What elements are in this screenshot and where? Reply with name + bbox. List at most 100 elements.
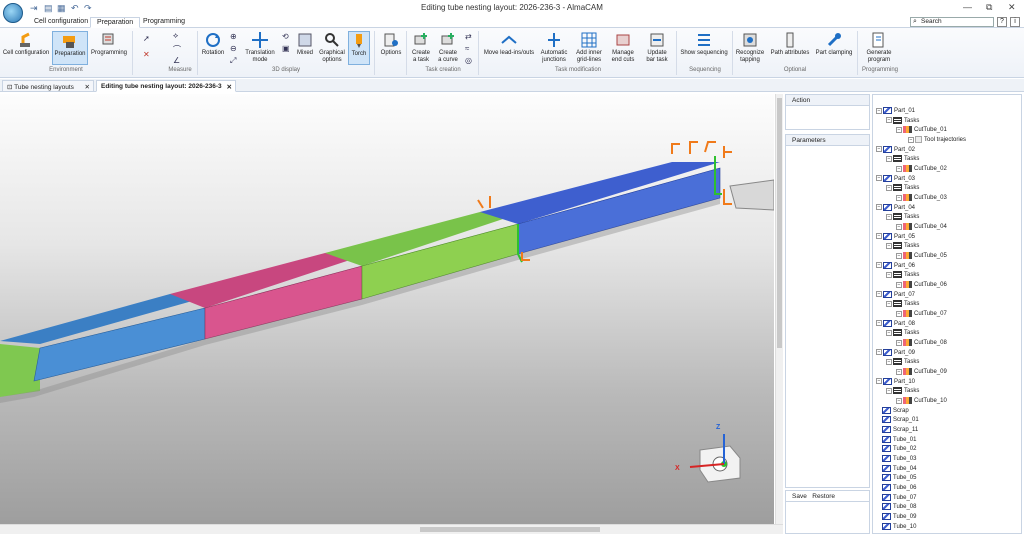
collapse-toggle-icon[interactable]: − <box>896 194 902 201</box>
tree-item-cut-tube[interactable]: − CutTube_02 <box>896 165 947 174</box>
cell-configuration-button[interactable]: Cell configuration <box>2 31 50 57</box>
collapse-toggle-icon[interactable]: − <box>896 368 902 375</box>
collapse-toggle-icon[interactable]: − <box>886 300 892 307</box>
collapse-toggle-icon[interactable]: − <box>896 281 902 288</box>
collapse-toggle-icon[interactable]: − <box>876 291 882 298</box>
translation-mode-button[interactable]: Translation mode <box>244 31 276 64</box>
search-input[interactable]: ⌕ Search <box>910 17 994 27</box>
tree-item-part[interactable]: − Part_02 <box>876 145 915 155</box>
tree-item-tasks[interactable]: − Tasks <box>886 155 919 164</box>
tree-item-tasks[interactable]: − Tasks <box>886 329 919 338</box>
tree-item-tasks[interactable]: − Tasks <box>886 116 919 126</box>
tree-item-part[interactable]: Tube_06 <box>882 484 916 493</box>
scrollbar-thumb[interactable] <box>777 98 782 348</box>
tab-preparation[interactable]: Preparation <box>90 17 141 28</box>
zoom-in-icon[interactable]: ⊕ <box>230 32 237 41</box>
tree-item-part[interactable]: Scrap_01 <box>882 416 919 425</box>
help-button[interactable]: ? <box>997 17 1007 27</box>
tree-item-cut-tube[interactable]: − CutTube_06 <box>896 281 947 290</box>
collapse-toggle-icon[interactable]: − <box>876 233 882 240</box>
split-icon[interactable]: ⇄ <box>465 32 472 41</box>
doc-tab-editing[interactable]: Editing tube nesting layout: 2026-236-3 … <box>96 80 236 92</box>
tree-item-part[interactable]: Tube_09 <box>882 513 916 522</box>
show-sequencing-button[interactable]: Show sequencing <box>680 31 728 57</box>
tree-item-cut-tube[interactable]: − CutTube_01 <box>896 126 947 135</box>
collapse-toggle-icon[interactable]: − <box>886 358 892 365</box>
part-clamping-button[interactable]: Part clamping <box>814 31 854 57</box>
preparation-button[interactable]: Preparation <box>52 31 88 65</box>
rotation-button[interactable]: Rotation <box>200 31 226 57</box>
viewport-horizontal-scrollbar[interactable] <box>0 524 783 534</box>
view-orientation-cube[interactable] <box>689 434 741 483</box>
tree-item-cut-tube[interactable]: − CutTube_03 <box>896 194 947 203</box>
recognize-tapping-button[interactable]: Recognize tapping <box>735 31 765 64</box>
measure-angle-icon[interactable]: ∠ <box>173 56 180 65</box>
doc-tab-layouts[interactable]: ⊡ Tube nesting layouts ✕ <box>2 80 94 92</box>
tree-item-tasks[interactable]: − Tasks <box>886 387 919 396</box>
collapse-toggle-icon[interactable]: − <box>876 378 882 385</box>
tree-item-cut-tube[interactable]: − CutTube_05 <box>896 252 947 261</box>
tree-item-tasks[interactable]: − Tasks <box>886 300 919 309</box>
collapse-toggle-icon[interactable]: − <box>896 165 902 172</box>
tree-item-part[interactable]: − Part_08 <box>876 319 915 329</box>
tree-item-part[interactable]: Tube_02 <box>882 445 916 454</box>
collapse-toggle-icon[interactable]: − <box>876 107 882 114</box>
close-tab-icon[interactable]: ✕ <box>227 83 232 91</box>
tree-item-tasks[interactable]: − Tasks <box>886 358 919 367</box>
collapse-toggle-icon[interactable]: − <box>886 155 892 162</box>
collapse-toggle-icon[interactable]: − <box>896 339 902 346</box>
save-button[interactable]: Save <box>792 493 807 500</box>
programming-button[interactable]: Programming <box>90 31 128 57</box>
collapse-toggle-icon[interactable]: − <box>896 126 902 133</box>
collapse-toggle-icon[interactable]: − <box>886 329 892 336</box>
graphical-options-button[interactable]: Graphical options <box>318 31 346 64</box>
tree-item-part[interactable]: − Part_04 <box>876 203 915 213</box>
collapse-toggle-icon[interactable]: − <box>886 242 892 249</box>
move-lead-ins-button[interactable]: Move lead-ins/outs <box>482 31 536 57</box>
tree-item-tool-trajectories[interactable]: − Tool trajectories <box>908 136 966 145</box>
close-icon[interactable]: ✕ <box>1008 2 1016 13</box>
torch-button[interactable]: Torch <box>348 31 370 65</box>
viewport-vertical-scrollbar[interactable] <box>775 94 783 524</box>
options-button[interactable]: Options <box>378 31 404 57</box>
3d-viewport[interactable]: Z X <box>0 94 774 524</box>
zoom-out-icon[interactable]: ⊖ <box>230 44 237 53</box>
delete-icon[interactable]: ✕ <box>143 50 150 59</box>
tree-item-part[interactable]: Tube_07 <box>882 493 916 503</box>
tree-item-part[interactable]: Scrap_11 <box>882 426 918 435</box>
automatic-junctions-button[interactable]: Automatic junctions <box>538 31 570 64</box>
close-tab-icon[interactable]: ✕ <box>85 83 90 91</box>
measure-point-icon[interactable]: ⟡ <box>173 31 178 41</box>
curve-icon[interactable]: ≈ <box>465 44 469 53</box>
collapse-toggle-icon[interactable]: − <box>896 310 902 317</box>
tree-item-part[interactable]: Tube_08 <box>882 503 916 512</box>
mixed-button[interactable]: Mixed <box>294 31 316 57</box>
tree-item-tasks[interactable]: − Tasks <box>886 184 919 193</box>
collapse-toggle-icon[interactable]: − <box>908 136 914 143</box>
collapse-toggle-icon[interactable]: − <box>886 271 892 278</box>
create-task-button[interactable]: Create a task <box>408 31 434 64</box>
collapse-toggle-icon[interactable]: − <box>876 320 882 327</box>
restore-button[interactable]: Restore <box>812 493 835 500</box>
path-attributes-button[interactable]: Path attributes <box>768 31 812 57</box>
tree-item-tasks[interactable]: − Tasks <box>886 242 919 251</box>
tree-item-cut-tube[interactable]: − CutTube_08 <box>896 339 947 348</box>
tree-item-cut-tube[interactable]: − CutTube_09 <box>896 368 947 377</box>
create-curve-button[interactable]: Create a curve <box>435 31 461 64</box>
tree-item-part[interactable]: Tube_05 <box>882 474 916 483</box>
collapse-toggle-icon[interactable]: − <box>896 223 902 230</box>
tree-item-tasks[interactable]: − Tasks <box>886 271 919 280</box>
tree-item-part[interactable]: Tube_04 <box>882 464 916 474</box>
tree-item-part[interactable]: Tube_01 <box>882 435 916 445</box>
collapse-toggle-icon[interactable]: − <box>876 204 882 211</box>
add-inner-grid-lines-button[interactable]: Add inner grid-lines <box>574 31 604 64</box>
collapse-toggle-icon[interactable]: − <box>896 397 902 404</box>
scrollbar-thumb[interactable] <box>420 527 600 532</box>
collapse-toggle-icon[interactable]: − <box>876 349 882 356</box>
maximize-icon[interactable]: ⧉ <box>986 2 992 13</box>
collapse-toggle-icon[interactable]: − <box>896 252 902 259</box>
zoom-fit-icon[interactable]: ⤢ <box>230 56 236 66</box>
tree-item-part[interactable]: − Part_05 <box>876 232 915 242</box>
select-icon[interactable]: ➚ <box>143 34 150 43</box>
collapse-toggle-icon[interactable]: − <box>876 175 882 182</box>
